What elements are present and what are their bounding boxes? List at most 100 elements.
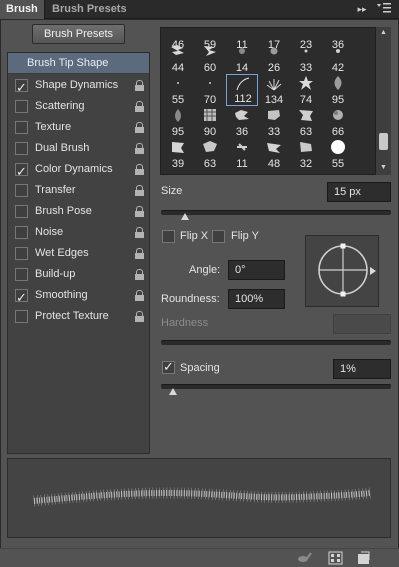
flip-y-checkbox[interactable] (212, 230, 225, 243)
spacing-checkbox[interactable] (162, 359, 175, 375)
angle-direction-arrow (370, 267, 376, 275)
brush-tip-cell[interactable]: 26 (258, 42, 290, 74)
brush-tip-icon (331, 140, 345, 154)
option-texture[interactable]: Texture (8, 117, 149, 138)
brush-tip-cell[interactable]: 63 (194, 138, 226, 170)
create-new-brush-icon[interactable] (356, 551, 371, 565)
option-transfer[interactable]: Transfer (8, 180, 149, 201)
brush-tip-cell[interactable]: 55 (322, 138, 354, 170)
brush-tip-cell[interactable]: 95 (162, 106, 194, 138)
option-wet-edges[interactable]: Wet Edges (8, 243, 149, 264)
brush-tip-cell[interactable]: 32 (290, 138, 322, 170)
tab-brush[interactable]: Brush (0, 0, 45, 19)
dual-brush-checkbox[interactable] (15, 142, 28, 155)
brush-tip-icon (334, 76, 342, 90)
lock-icon[interactable] (135, 122, 144, 133)
option-dual-brush[interactable]: Dual Brush (8, 138, 149, 159)
angle-field[interactable]: 0° (228, 260, 285, 280)
option-smoothing[interactable]: Smoothing (8, 285, 149, 308)
protect-texture-checkbox[interactable] (15, 310, 28, 323)
panel-menu-icon[interactable] (377, 2, 391, 16)
brush-size-label: 95 (331, 94, 345, 106)
brush-tip-cell[interactable]: 33 (290, 42, 322, 74)
color-dynamics-checkbox[interactable] (15, 161, 28, 182)
lock-icon[interactable] (135, 311, 144, 322)
size-slider-track[interactable] (161, 210, 391, 215)
lock-icon[interactable] (135, 290, 144, 301)
toggle-live-tip-icon[interactable] (297, 551, 312, 565)
brush-grid-scrollbar[interactable]: ▲ ▼ (375, 27, 391, 175)
brush-tip-cell[interactable]: 42 (322, 42, 354, 74)
flip-x-checkbox[interactable] (162, 230, 175, 243)
option-brush-pose[interactable]: Brush Pose (8, 201, 149, 222)
transfer-checkbox[interactable] (15, 184, 28, 197)
brush-angle-roundness-widget[interactable] (305, 235, 379, 307)
option-protect-texture[interactable]: Protect Texture (8, 306, 149, 327)
lock-icon[interactable] (135, 185, 144, 196)
option-brush-tip-shape[interactable]: Brush Tip Shape (8, 53, 149, 74)
brush-tip-cell[interactable]: 134 (258, 74, 290, 106)
brush-tip-cell[interactable]: 60 (194, 42, 226, 74)
brush-stroke-preview (7, 458, 391, 538)
scroll-down-icon[interactable]: ▼ (376, 162, 391, 174)
option-shape-dynamics[interactable]: Shape Dynamics (8, 75, 149, 98)
brush-tip-icon (239, 48, 245, 54)
brush-tip-cell[interactable]: 14 (226, 42, 258, 74)
lock-icon[interactable] (135, 227, 144, 238)
brush-size-label: 55 (331, 158, 345, 170)
roundness-field[interactable]: 100% (228, 289, 285, 309)
brush-tip-cell[interactable]: 55 (162, 74, 194, 106)
collapse-panel-icon[interactable]: ▸▸ (355, 2, 369, 16)
panel-tab-bar: Brush Brush Presets ▸▸ (0, 0, 399, 19)
lock-icon[interactable] (135, 80, 144, 91)
brush-pose-checkbox[interactable] (15, 205, 28, 218)
option-scattering[interactable]: Scattering (8, 96, 149, 117)
brush-tip-cell[interactable]: 39 (162, 138, 194, 170)
brush-tip-icon (333, 110, 343, 120)
scrollbar-thumb[interactable] (379, 133, 388, 150)
build-up-checkbox[interactable] (15, 268, 28, 281)
brush-tip-cell[interactable]: 95 (322, 74, 354, 106)
lock-icon[interactable] (135, 269, 144, 280)
option-label: Smoothing (35, 289, 88, 301)
spacing-slider-handle[interactable] (169, 388, 177, 395)
brush-tip-cell[interactable]: 36 (226, 106, 258, 138)
texture-checkbox[interactable] (15, 121, 28, 134)
lock-icon[interactable] (135, 101, 144, 112)
lock-icon[interactable] (135, 206, 144, 217)
option-color-dynamics[interactable]: Color Dynamics (8, 159, 149, 182)
wet-edges-checkbox[interactable] (15, 247, 28, 260)
brush-tip-cell[interactable]: 48 (258, 138, 290, 170)
size-slider-handle[interactable] (181, 213, 189, 220)
brush-tip-cell[interactable]: 70 (194, 74, 226, 106)
shape-dynamics-checkbox[interactable] (15, 77, 28, 98)
brush-tip-cell[interactable]: 74 (290, 74, 322, 106)
option-noise[interactable]: Noise (8, 222, 149, 243)
size-field[interactable]: 15 px (327, 182, 391, 202)
lock-icon[interactable] (135, 248, 144, 259)
brush-tip-cell-selected[interactable]: 112 (226, 74, 258, 106)
lock-icon[interactable] (135, 164, 144, 175)
tab-brush-presets[interactable]: Brush Presets (46, 0, 133, 19)
option-build-up[interactable]: Build-up (8, 264, 149, 285)
smoothing-checkbox[interactable] (15, 287, 28, 308)
brush-tip-cell[interactable]: 44 (162, 42, 194, 74)
scroll-up-icon[interactable]: ▲ (376, 27, 391, 39)
spacing-slider-track[interactable] (161, 384, 391, 389)
brush-tip-cell[interactable]: 90 (194, 106, 226, 138)
brush-tip-grid[interactable]: 46 59 11 17 23 36 44 60 14 26 33 42 55 7… (160, 27, 391, 175)
noise-checkbox[interactable] (15, 226, 28, 239)
brush-tip-cell[interactable]: 11 (226, 138, 258, 170)
brush-tip-icon (300, 142, 312, 152)
lock-icon[interactable] (135, 143, 144, 154)
option-label: Dual Brush (35, 142, 90, 154)
scattering-checkbox[interactable] (15, 100, 28, 113)
option-label: Noise (35, 226, 64, 238)
brush-grid-toggle-icon[interactable] (328, 551, 343, 565)
brush-tip-icon (304, 49, 308, 53)
spacing-field[interactable]: 1% (333, 359, 391, 379)
brush-presets-button[interactable]: Brush Presets (32, 24, 125, 44)
brush-tip-cell[interactable]: 33 (258, 106, 290, 138)
brush-tip-cell[interactable]: 63 (290, 106, 322, 138)
brush-tip-cell[interactable]: 66 (322, 106, 354, 138)
